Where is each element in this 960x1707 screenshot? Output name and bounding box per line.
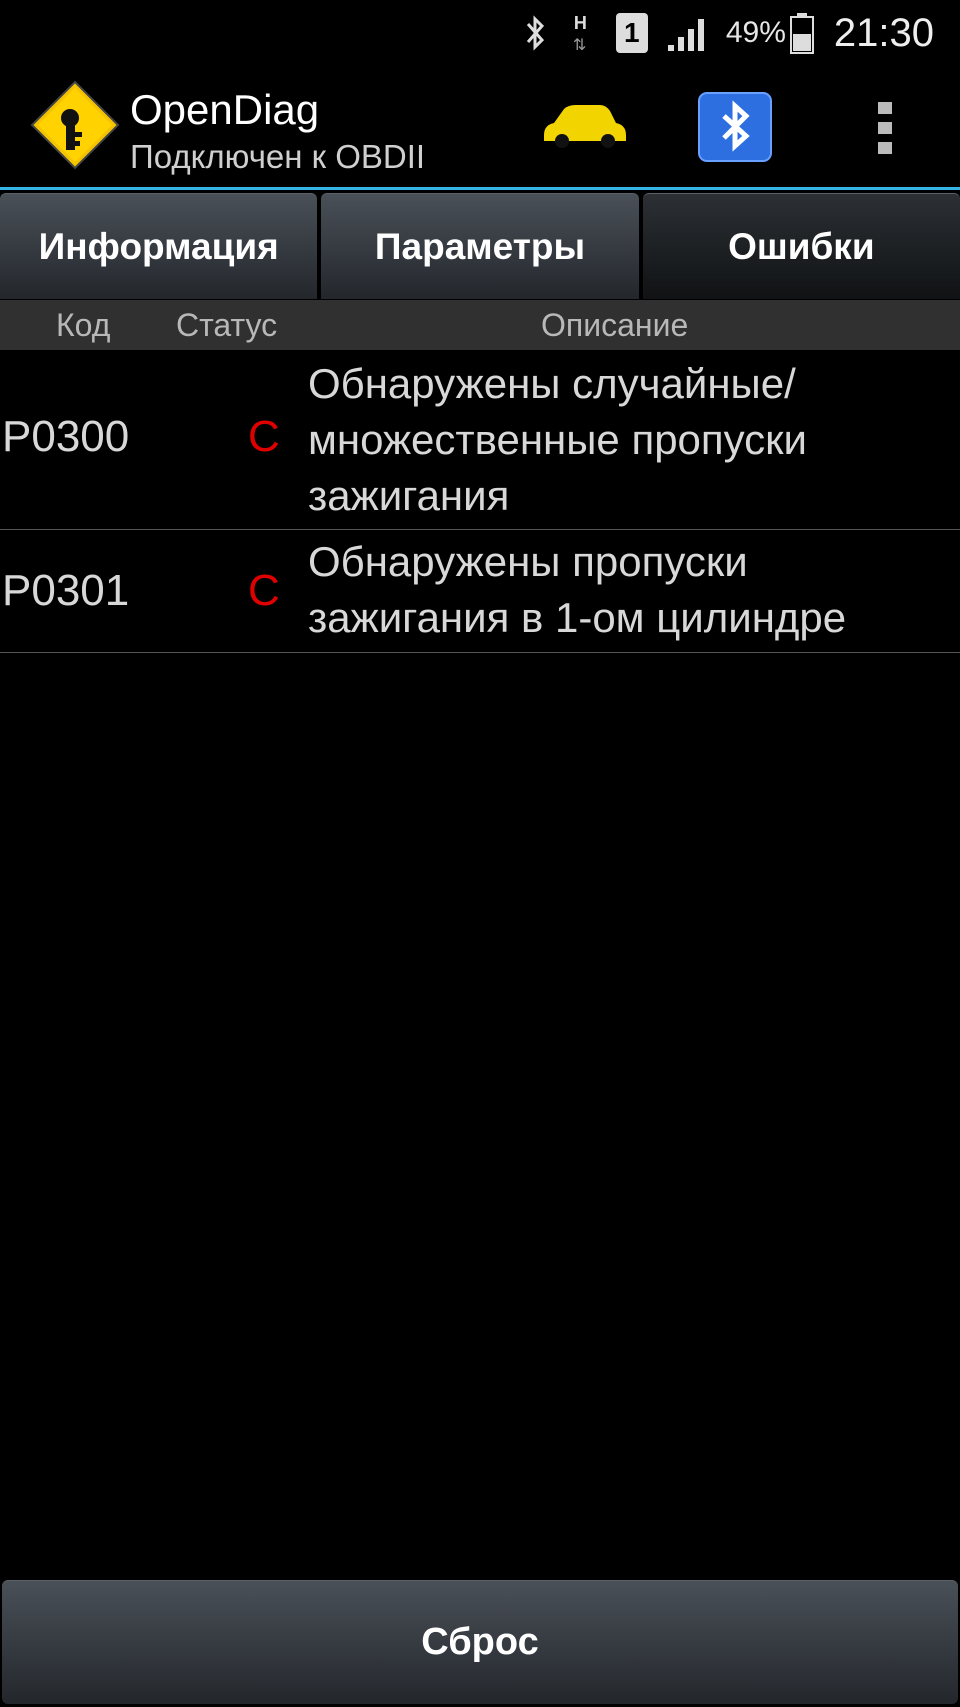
error-description: Обнаружены случайные/ множественные проп…: [308, 360, 808, 519]
tab-information[interactable]: Информация: [0, 193, 318, 299]
reset-button[interactable]: Сброс: [2, 1580, 958, 1704]
column-description: Описание: [541, 307, 689, 343]
clock: 21:30: [833, 10, 934, 55]
error-description: Обнаружены пропуски зажигания в 1-ом цил…: [308, 538, 847, 641]
app-logo-icon[interactable]: [30, 80, 120, 170]
battery-icon: [789, 12, 814, 54]
sim-1-icon: 1: [615, 13, 648, 53]
overflow-menu-icon[interactable]: [872, 100, 898, 156]
bluetooth-icon: [520, 13, 550, 53]
battery-percent: 49%: [725, 16, 786, 49]
column-status: Статус: [176, 307, 278, 343]
bluetooth-module-icon[interactable]: [698, 92, 772, 162]
error-status: C: [248, 566, 280, 615]
status-bar: H ⇅ 1 49% 21:30: [0, 0, 960, 66]
app-title: OpenDiag: [130, 86, 320, 133]
column-code: Код: [56, 307, 111, 343]
connection-status: Подключен к OBDII: [130, 138, 426, 175]
error-status: C: [248, 412, 280, 461]
error-code: P0300: [2, 412, 130, 461]
tab-errors[interactable]: Ошибки: [642, 193, 960, 299]
table-row[interactable]: P0300 C Обнаружены случайные/ множествен…: [0, 350, 960, 530]
signal-icon: [666, 13, 712, 53]
action-bar: OpenDiag Подключен к OBDII: [0, 66, 960, 190]
error-list: P0300 C Обнаружены случайные/ множествен…: [0, 350, 960, 653]
car-icon[interactable]: [540, 101, 628, 151]
error-code: P0301: [2, 566, 130, 615]
data-h-icon: H ⇅: [572, 13, 587, 54]
tab-bar: Информация Параметры Ошибки: [0, 193, 960, 299]
table-header: Код Статус Описание: [0, 300, 960, 350]
tab-parameters[interactable]: Параметры: [321, 193, 639, 299]
table-row[interactable]: P0301 C Обнаружены пропуски зажигания в …: [0, 530, 960, 653]
